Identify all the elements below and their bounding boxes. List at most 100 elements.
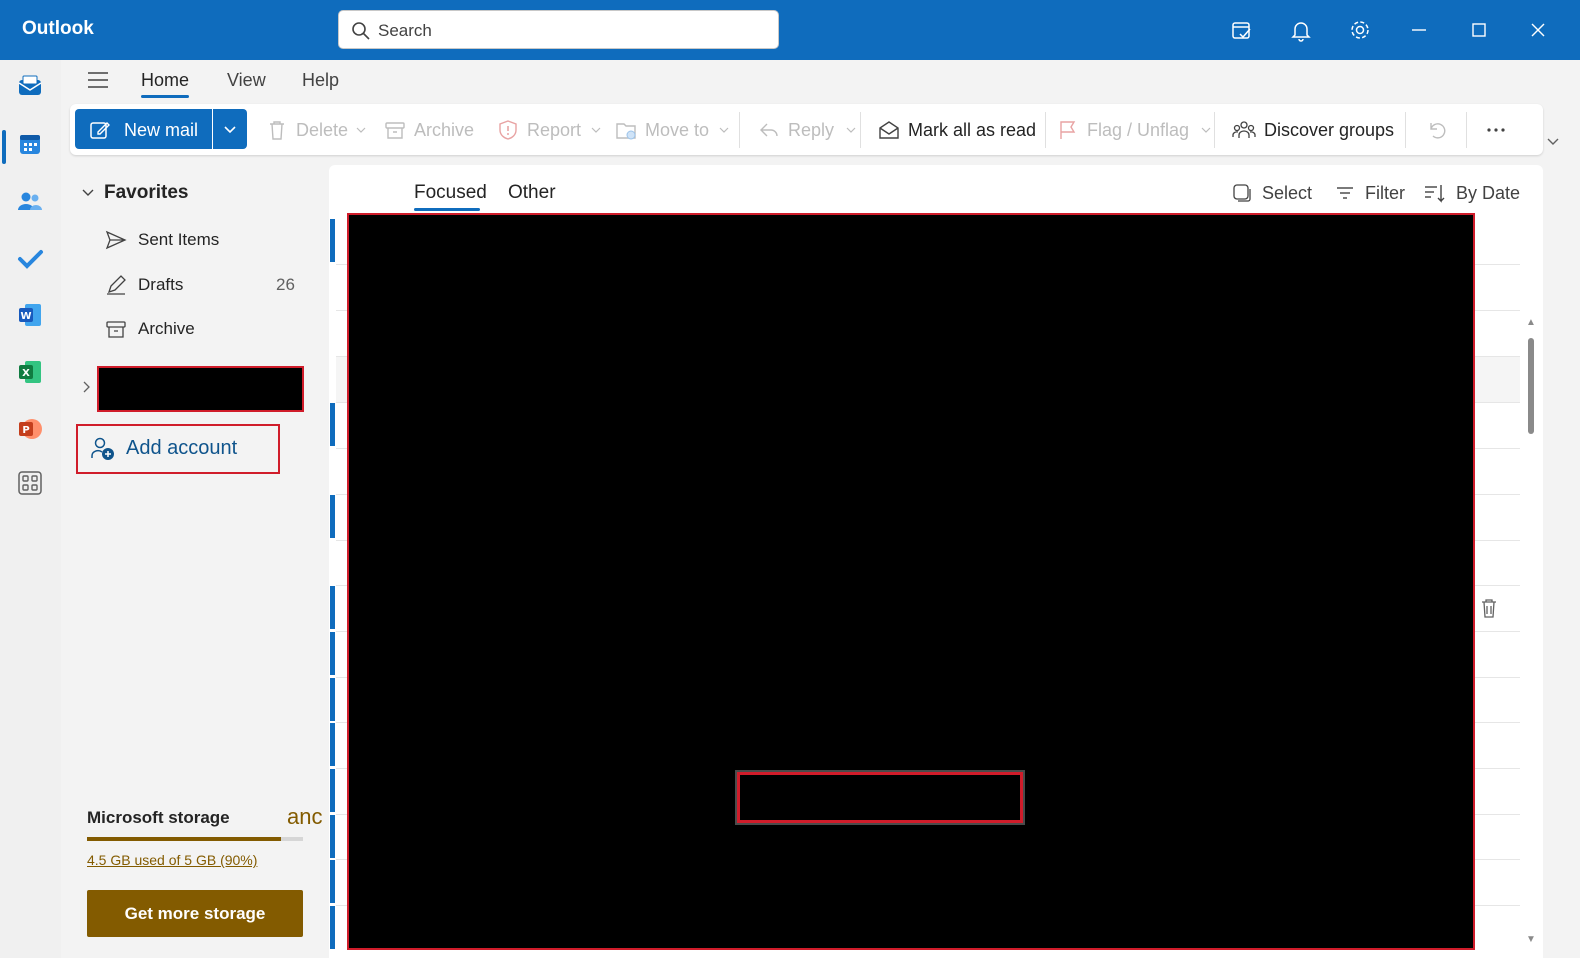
folder-drafts[interactable]: Drafts xyxy=(105,272,183,298)
ribbon-divider xyxy=(1466,112,1467,148)
redacted-message-content xyxy=(347,213,1475,950)
filter-icon xyxy=(1337,187,1353,199)
reply-button[interactable]: Reply xyxy=(758,117,856,143)
drafts-count: 26 xyxy=(276,275,295,294)
ribbon-divider xyxy=(739,112,740,148)
trash-icon xyxy=(270,121,284,140)
search-icon xyxy=(351,21,371,46)
unread-indicator xyxy=(330,769,335,812)
scrollbar-thumb[interactable] xyxy=(1528,338,1534,434)
search-box[interactable]: Search xyxy=(338,10,779,49)
mail-icon[interactable] xyxy=(14,70,46,102)
gear-icon[interactable] xyxy=(1347,17,1373,43)
storage-overflow-text: anc xyxy=(287,804,323,829)
ribbon-expand-chevron-icon[interactable] xyxy=(1546,134,1560,153)
flag-button[interactable]: Flag / Unflag xyxy=(1057,117,1211,143)
storage-used-link[interactable]: 4.5 GB used of 5 GB (90%) xyxy=(87,852,257,868)
tab-home-indicator xyxy=(141,95,189,98)
unread-indicator xyxy=(330,723,335,766)
unread-indicator xyxy=(330,860,335,903)
undo-button[interactable] xyxy=(1425,117,1447,143)
redacted-account-name[interactable] xyxy=(97,366,304,412)
add-account-button[interactable]: Add account xyxy=(76,424,280,474)
archive-icon xyxy=(385,122,405,139)
move-to-button[interactable]: Move to xyxy=(615,117,729,143)
pencil-icon xyxy=(107,275,126,295)
reply-icon xyxy=(760,123,778,137)
close-icon[interactable] xyxy=(1525,17,1551,43)
folder-archive[interactable]: Archive xyxy=(105,316,195,342)
ribbon-divider xyxy=(860,112,861,148)
people-icon[interactable] xyxy=(14,185,46,217)
ribbon-divider xyxy=(1405,112,1406,148)
title-bar: Outlook Search xyxy=(0,0,1580,60)
storage-progress-bar xyxy=(87,837,303,841)
new-mail-button[interactable]: New mail xyxy=(75,109,212,149)
unread-indicator xyxy=(330,219,335,262)
report-button[interactable]: Report xyxy=(497,117,601,143)
delete-button[interactable]: Delete xyxy=(266,117,366,143)
add-person-icon xyxy=(90,436,116,467)
minimize-icon[interactable] xyxy=(1406,17,1432,43)
open-envelope-icon xyxy=(879,121,899,139)
sort-button[interactable]: By Date xyxy=(1423,180,1520,206)
calendar-icon[interactable] xyxy=(14,128,46,160)
app-rail: W X P xyxy=(0,60,61,958)
discover-groups-button[interactable]: Discover groups xyxy=(1232,117,1394,143)
compose-icon xyxy=(89,119,111,146)
storage-progress-fill xyxy=(87,837,282,841)
scroll-down-arrow-icon[interactable]: ▼ xyxy=(1526,934,1536,945)
svg-text:W: W xyxy=(20,311,31,322)
favorites-heading[interactable]: Favorites xyxy=(104,182,188,204)
ribbon-divider xyxy=(1045,112,1046,148)
unread-indicator xyxy=(330,495,335,538)
unread-indicator xyxy=(330,906,335,949)
row-delete-trash-icon[interactable] xyxy=(1479,597,1499,624)
excel-icon[interactable]: X xyxy=(14,356,46,388)
add-account-label: Add account xyxy=(126,437,238,459)
account-expand-chevron-icon[interactable] xyxy=(82,380,92,399)
unread-indicator xyxy=(330,403,335,446)
rail-selection-indicator xyxy=(2,130,6,164)
more-options-icon[interactable] xyxy=(1486,117,1506,143)
new-mail-dropdown[interactable] xyxy=(213,109,247,149)
todo-icon[interactable] xyxy=(14,242,46,274)
powerpoint-icon[interactable]: P xyxy=(14,413,46,445)
maximize-icon[interactable] xyxy=(1466,17,1492,43)
select-icon xyxy=(1233,184,1251,202)
tab-help[interactable]: Help xyxy=(302,70,339,91)
flag-icon xyxy=(1060,121,1076,139)
folder-sent-items[interactable]: Sent Items xyxy=(105,227,219,253)
filter-button[interactable]: Filter xyxy=(1334,180,1405,206)
tab-home[interactable]: Home xyxy=(141,70,189,91)
tab-focused-indicator xyxy=(414,208,480,211)
word-icon[interactable]: W xyxy=(14,299,46,331)
archive-icon xyxy=(106,321,126,338)
archive-button[interactable]: Archive xyxy=(384,117,474,143)
tab-focused[interactable]: Focused xyxy=(414,182,487,204)
unread-indicator xyxy=(330,678,335,721)
hamburger-menu-icon[interactable] xyxy=(86,70,110,90)
apps-icon[interactable] xyxy=(14,467,46,499)
redacted-inner-box xyxy=(737,772,1023,823)
svg-text:P: P xyxy=(22,425,29,436)
tab-other[interactable]: Other xyxy=(508,182,556,204)
get-more-storage-button[interactable]: Get more storage xyxy=(87,890,303,937)
select-button[interactable]: Select xyxy=(1231,180,1312,206)
my-day-icon[interactable] xyxy=(1229,17,1255,43)
app-title: Outlook xyxy=(22,18,94,39)
unread-indicator xyxy=(330,586,335,629)
tab-view[interactable]: View xyxy=(227,70,266,91)
undo-icon xyxy=(1430,123,1446,139)
mark-all-read-button[interactable]: Mark all as read xyxy=(878,117,1036,143)
groups-icon xyxy=(1232,121,1256,138)
sort-icon xyxy=(1425,185,1445,203)
scroll-up-arrow-icon[interactable]: ▲ xyxy=(1526,317,1536,328)
shield-icon xyxy=(499,120,517,140)
ribbon-divider xyxy=(1214,112,1215,148)
bell-icon[interactable] xyxy=(1288,17,1314,43)
search-input[interactable]: Search xyxy=(378,21,432,41)
svg-text:X: X xyxy=(22,368,30,379)
new-mail-label: New mail xyxy=(124,120,199,140)
favorites-collapse-chevron-icon[interactable] xyxy=(81,186,95,205)
